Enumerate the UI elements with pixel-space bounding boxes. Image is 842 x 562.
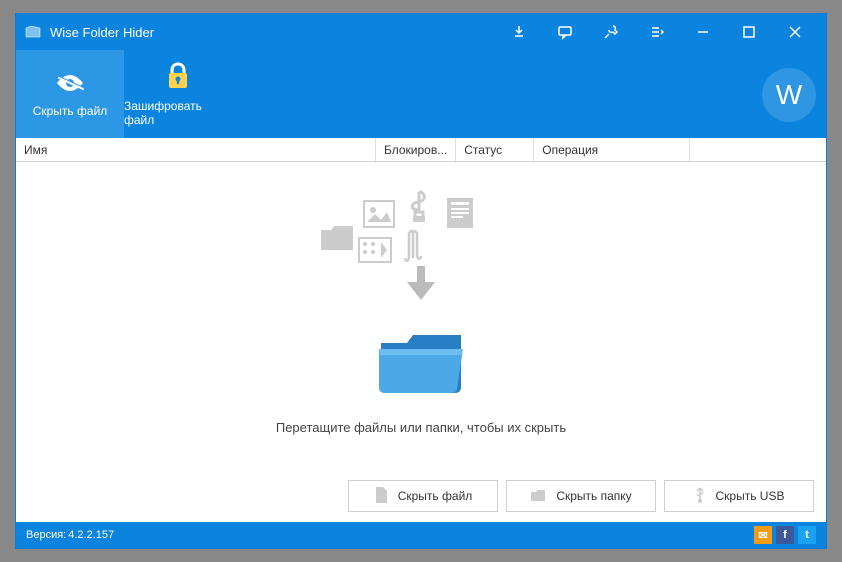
drop-text: Перетащите файлы или папки, чтобы их скр… bbox=[276, 420, 566, 435]
button-label: Скрыть файл bbox=[398, 489, 473, 503]
app-window: Wise Folder Hider Скрыть файл Зашифроват… bbox=[15, 13, 827, 549]
titlebar: Wise Folder Hider bbox=[16, 14, 826, 50]
lock-icon bbox=[165, 62, 191, 93]
version-label: Версия: bbox=[26, 529, 66, 541]
facebook-icon[interactable]: f bbox=[776, 526, 794, 544]
close-button[interactable] bbox=[772, 14, 818, 50]
button-label: Скрыть папку bbox=[556, 489, 631, 503]
app-title: Wise Folder Hider bbox=[50, 25, 154, 40]
folder-icon bbox=[530, 488, 546, 505]
brand-logo: W bbox=[762, 68, 816, 122]
social-links: ✉ f t bbox=[754, 526, 816, 544]
arrow-down-icon bbox=[401, 264, 441, 307]
usb-icon bbox=[694, 487, 706, 506]
file-type-icons bbox=[301, 190, 541, 270]
file-icon bbox=[374, 487, 388, 506]
statusbar: Версия: 4.2.2.157 ✉ f t bbox=[16, 522, 826, 548]
tab-label: Зашифровать файл bbox=[124, 99, 232, 127]
button-label: Скрыть USB bbox=[716, 489, 785, 503]
app-icon bbox=[24, 23, 42, 41]
col-spacer bbox=[690, 138, 826, 161]
hide-folder-button[interactable]: Скрыть папку bbox=[506, 480, 656, 512]
tools-icon[interactable] bbox=[588, 14, 634, 50]
folder-icon bbox=[373, 325, 469, 402]
main-area: Перетащите файлы или папки, чтобы их скр… bbox=[16, 162, 826, 522]
col-name[interactable]: Имя bbox=[16, 138, 376, 161]
titlebar-buttons bbox=[496, 14, 818, 50]
column-headers: Имя Блокиров... Статус Операция bbox=[16, 138, 826, 162]
toolbar: Скрыть файл Зашифровать файл W bbox=[16, 50, 826, 138]
pin-icon[interactable] bbox=[496, 14, 542, 50]
feedback-icon[interactable] bbox=[542, 14, 588, 50]
drop-area[interactable]: Перетащите файлы или папки, чтобы их скр… bbox=[16, 162, 826, 522]
bottom-buttons: Скрыть файл Скрыть папку Скрыть USB bbox=[348, 480, 814, 512]
col-lock[interactable]: Блокиров... bbox=[376, 138, 456, 161]
mail-icon[interactable]: ✉ bbox=[754, 526, 772, 544]
hide-usb-button[interactable]: Скрыть USB bbox=[664, 480, 814, 512]
twitter-icon[interactable]: t bbox=[798, 526, 816, 544]
col-status[interactable]: Статус bbox=[456, 138, 534, 161]
minimize-button[interactable] bbox=[680, 14, 726, 50]
tab-encrypt-file[interactable]: Зашифровать файл bbox=[124, 50, 232, 138]
hide-file-button[interactable]: Скрыть файл bbox=[348, 480, 498, 512]
tab-hide-file[interactable]: Скрыть файл bbox=[16, 50, 124, 138]
version-value: 4.2.2.157 bbox=[68, 529, 114, 541]
tab-label: Скрыть файл bbox=[33, 104, 108, 118]
menu-icon[interactable] bbox=[634, 14, 680, 50]
maximize-button[interactable] bbox=[726, 14, 772, 50]
eye-slash-icon bbox=[53, 71, 87, 98]
col-operation[interactable]: Операция bbox=[534, 138, 690, 161]
